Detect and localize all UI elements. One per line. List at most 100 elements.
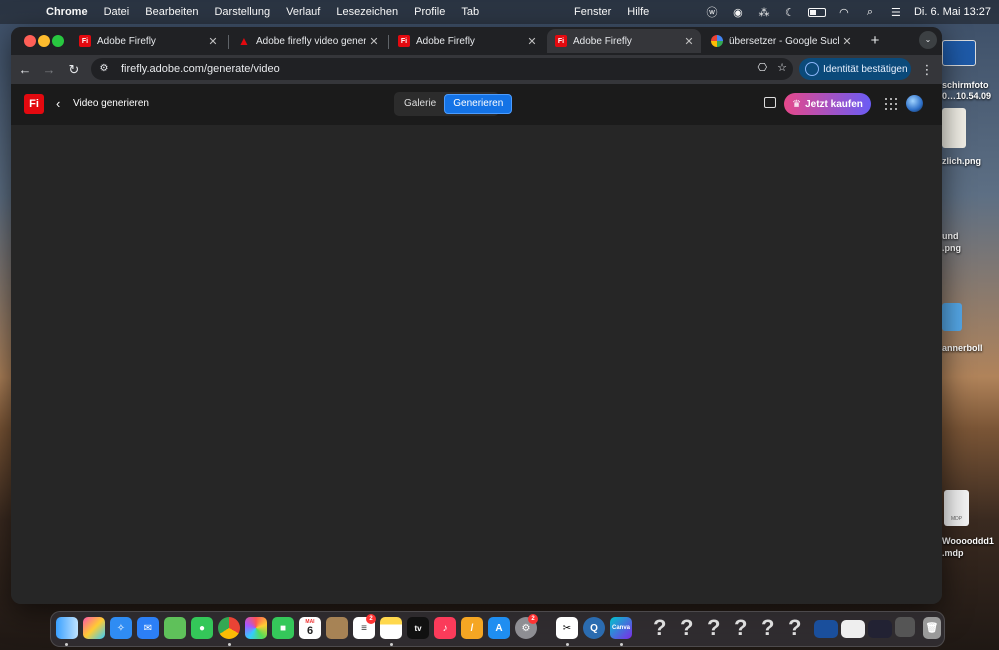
battery-icon[interactable]: [807, 7, 826, 17]
site-settings-icon[interactable]: ⚙: [97, 62, 111, 76]
music-icon[interactable]: ♪: [434, 617, 456, 639]
reload-icon[interactable]: ↻: [65, 61, 83, 79]
new-tab-plus-icon[interactable]: +: [866, 32, 884, 50]
main-content-area: [11, 125, 942, 604]
status-w-icon[interactable]: ⓦ: [704, 5, 720, 19]
reminders-badge: 2: [366, 614, 376, 624]
buy-label: Jetzt kaufen: [805, 98, 863, 110]
desktop-folder-icon[interactable]: [942, 303, 962, 331]
spotlight-search-icon[interactable]: ⌕: [862, 5, 878, 19]
firefly-logo[interactable]: Fi: [24, 94, 44, 114]
buy-now-button[interactable]: ♛ Jetzt kaufen: [784, 93, 871, 115]
missing-app-question-icon[interactable]: ?: [653, 615, 666, 641]
tab-google-uebersetzer[interactable]: übersetzer - Google Suche ✕: [703, 29, 859, 53]
user-avatar[interactable]: [906, 95, 923, 112]
bookmark-star-icon[interactable]: ☆: [777, 61, 787, 74]
window-close-icon[interactable]: [24, 35, 36, 47]
tab-title: übersetzer - Google Suche: [729, 35, 839, 47]
menu-tab[interactable]: Tab: [453, 6, 487, 18]
missing-app-question-icon[interactable]: ?: [734, 615, 747, 641]
mail-icon[interactable]: ✉: [137, 617, 159, 639]
tab-adobe-firefly-2[interactable]: Fi Adobe Firefly ✕: [390, 29, 544, 53]
macos-dock: ✧ ✉ ● ■ MAI 6 ≡ 2 tv ♪ / A ⚙ 2 ✂ Q Canva…: [50, 611, 945, 647]
apps-grid-icon[interactable]: [885, 98, 897, 110]
menu-verlauf[interactable]: Verlauf: [278, 6, 328, 18]
menu-darstellung[interactable]: Darstellung: [206, 6, 278, 18]
recent-file-thumbnail[interactable]: [841, 620, 865, 638]
finder-icon[interactable]: [56, 617, 78, 639]
menu-profile[interactable]: Profile: [406, 6, 453, 18]
maps-icon[interactable]: [164, 617, 186, 639]
menu-datei[interactable]: Datei: [96, 6, 138, 18]
tab-close-icon[interactable]: ✕: [839, 35, 855, 48]
window-zoom-icon[interactable]: [52, 35, 64, 47]
tab-firefly-video-generation[interactable]: ▲ Adobe firefly video generatio ✕: [230, 29, 386, 53]
quicktime-icon[interactable]: Q: [583, 617, 605, 639]
screen-share-icon[interactable]: ◉: [730, 5, 746, 19]
menubar-clock[interactable]: Di. 6. Mai 13:27: [914, 6, 991, 18]
window-minimize-icon[interactable]: [38, 35, 50, 47]
tab-adobe-firefly-active[interactable]: Fi Adobe Firefly ✕: [547, 29, 701, 53]
desktop-file-label-8: .mdp: [942, 548, 964, 558]
address-bar[interactable]: ⚙ firefly.adobe.com/generate/video ⎔ ☆: [91, 58, 793, 80]
desktop-screenshot-thumbnail[interactable]: [942, 40, 976, 66]
tab-close-icon[interactable]: ✕: [681, 35, 697, 48]
url-text[interactable]: firefly.adobe.com/generate/video: [121, 63, 280, 75]
wifi-icon[interactable]: ◠: [836, 5, 852, 19]
menu-bearbeiten[interactable]: Bearbeiten: [137, 6, 206, 18]
chrome-menu-kebab-icon[interactable]: ⋮: [920, 61, 934, 79]
tab-title: Adobe Firefly: [416, 35, 475, 47]
missing-app-question-icon[interactable]: ?: [680, 615, 693, 641]
app-store-icon[interactable]: A: [488, 617, 510, 639]
tab-close-icon[interactable]: ✕: [524, 35, 540, 48]
firefly-favicon-icon: Fi: [555, 35, 567, 47]
notes-icon[interactable]: [380, 617, 402, 639]
recent-file-thumbnail[interactable]: [868, 620, 892, 638]
running-indicator: [620, 643, 623, 646]
segment-galerie[interactable]: Galerie: [396, 94, 444, 114]
macos-menubar: Chrome Datei Bearbeiten Darstellung Verl…: [0, 0, 999, 24]
firefly-favicon-icon: Fi: [79, 35, 91, 47]
menu-fenster[interactable]: Fenster: [566, 6, 619, 18]
back-arrow-icon[interactable]: ←: [16, 61, 34, 79]
running-indicator: [228, 643, 231, 646]
safari-icon[interactable]: ✧: [110, 617, 132, 639]
back-chevron-icon[interactable]: ‹: [56, 96, 60, 111]
messages-icon[interactable]: ●: [191, 617, 213, 639]
photos-icon[interactable]: [245, 617, 267, 639]
facetime-icon[interactable]: ■: [272, 617, 294, 639]
trash-icon[interactable]: 🗑: [923, 617, 941, 639]
menu-lesezeichen[interactable]: Lesezeichen: [328, 6, 406, 18]
network-monitor-icon[interactable]: ⁂: [756, 5, 772, 19]
control-center-icon[interactable]: ☰: [888, 5, 904, 19]
chrome-dock-icon[interactable]: [218, 617, 240, 639]
launchpad-icon[interactable]: [83, 617, 105, 639]
calendar-icon[interactable]: MAI 6: [299, 617, 321, 639]
pages-icon[interactable]: /: [461, 617, 483, 639]
desktop-mdp-file-icon[interactable]: MDP: [944, 490, 969, 526]
desktop-png-thumbnail[interactable]: [942, 108, 966, 148]
canva-icon[interactable]: Canva: [610, 617, 632, 639]
capcut-icon[interactable]: ✂: [556, 617, 578, 639]
dark-mode-moon-icon[interactable]: ☾: [782, 5, 798, 19]
tab-search-chevron-icon[interactable]: ⌄: [919, 31, 937, 49]
downloads-stack-icon[interactable]: [895, 617, 915, 637]
identity-verify-button[interactable]: Identität bestätigen: [799, 58, 911, 80]
missing-app-question-icon[interactable]: ?: [788, 615, 801, 641]
apple-tv-icon[interactable]: tv: [407, 617, 429, 639]
menu-hilfe[interactable]: Hilfe: [619, 6, 657, 18]
tab-adobe-firefly-1[interactable]: Fi Adobe Firefly ✕: [71, 29, 225, 53]
missing-app-question-icon[interactable]: ?: [761, 615, 774, 641]
segment-generieren[interactable]: Generieren: [444, 94, 513, 114]
tab-close-icon[interactable]: ✕: [366, 35, 382, 48]
translate-icon[interactable]: ⎔: [758, 61, 768, 74]
feedback-chat-icon[interactable]: [764, 97, 776, 108]
menu-app-name[interactable]: Chrome: [38, 6, 96, 18]
browser-toolbar: ← → ↻ ⚙ firefly.adobe.com/generate/video…: [11, 55, 942, 84]
running-indicator: [65, 643, 68, 646]
missing-app-question-icon[interactable]: ?: [707, 615, 720, 641]
forward-arrow-icon[interactable]: →: [40, 61, 58, 79]
contacts-icon[interactable]: [326, 617, 348, 639]
recent-file-thumbnail[interactable]: [814, 620, 838, 638]
tab-close-icon[interactable]: ✕: [205, 35, 221, 48]
